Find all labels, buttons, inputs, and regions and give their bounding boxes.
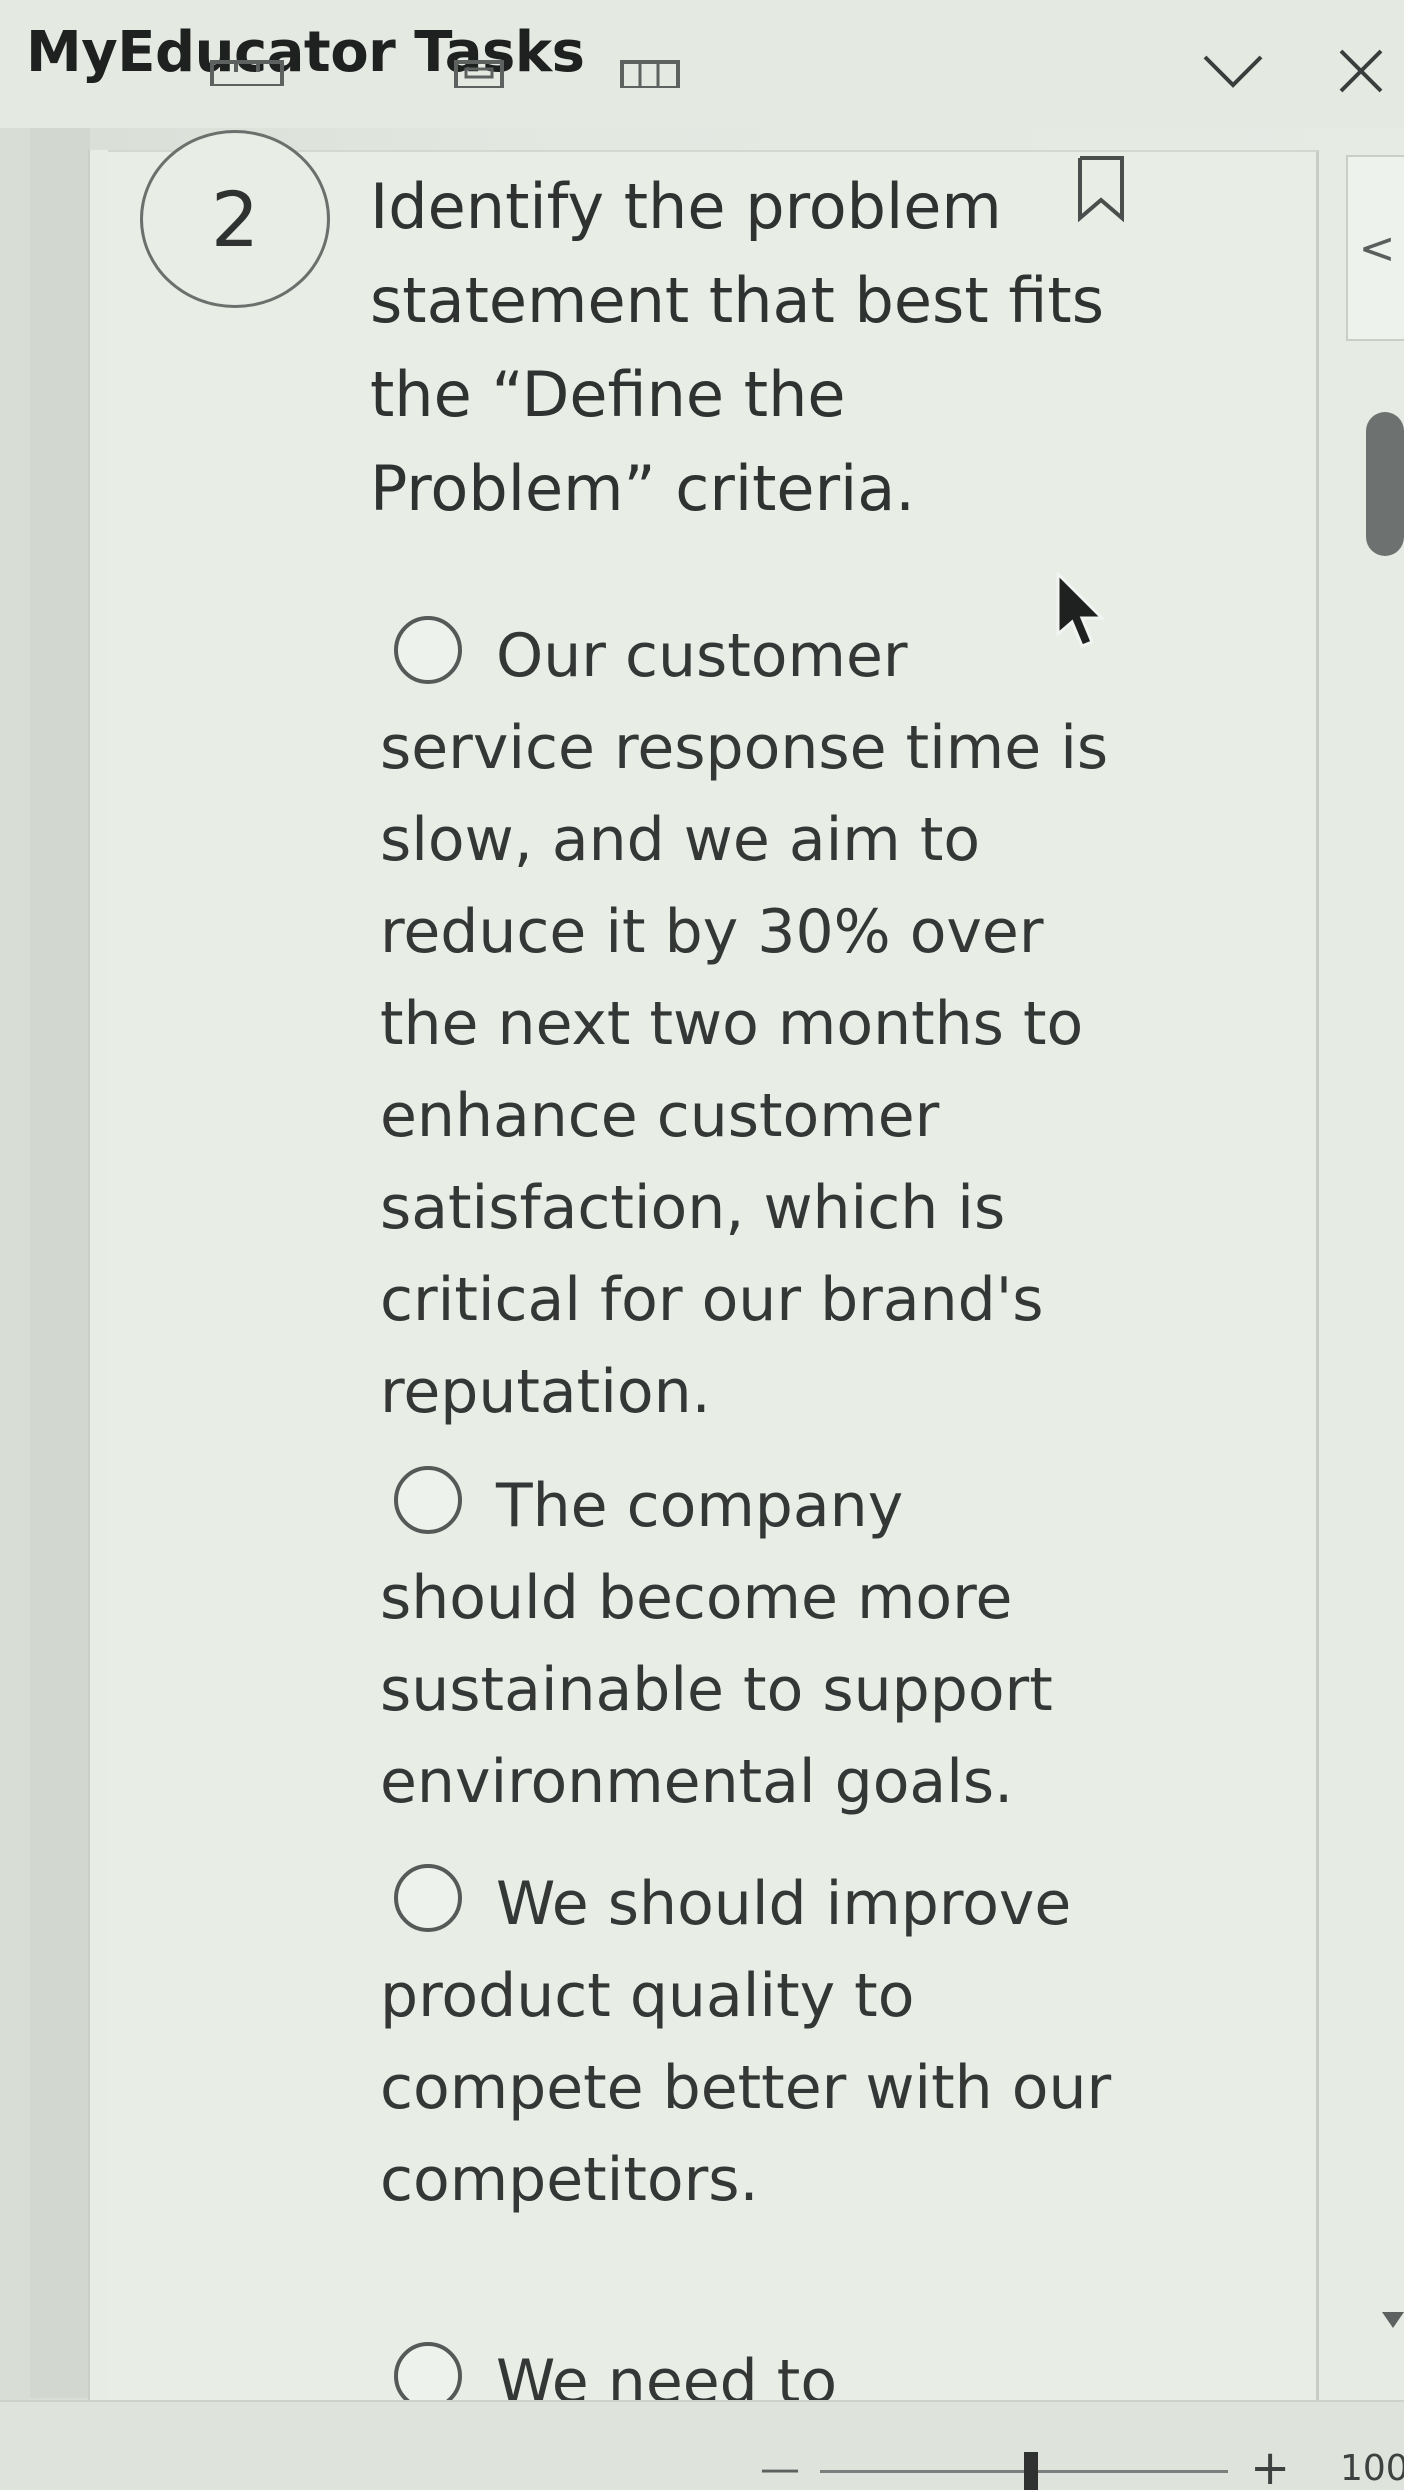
answer-option-2[interactable]: The company should become more sustainab… xyxy=(380,1460,1120,1828)
close-button[interactable] xyxy=(1326,36,1396,106)
answer-option-label: We should improve product quality to com… xyxy=(380,1869,1112,2215)
scroll-down-arrow-icon[interactable] xyxy=(1382,2312,1404,2328)
page-layout-view-button[interactable] xyxy=(454,60,504,92)
question-prompt: Identify the problem statement that best… xyxy=(370,170,1105,525)
zoom-level[interactable]: 100 xyxy=(1340,2448,1404,2489)
answer-option-label: We need to xyxy=(496,2347,838,2402)
answer-option-label: The company should become more sustainab… xyxy=(380,1471,1053,1817)
bookmark-button[interactable] xyxy=(1076,156,1126,226)
page-layout-icon xyxy=(454,60,504,90)
radio-button[interactable] xyxy=(394,2342,462,2402)
answer-option-label: Our customer service response time is sl… xyxy=(380,621,1109,1427)
page-break-view-button[interactable] xyxy=(620,60,680,92)
status-bar xyxy=(0,2400,1404,2490)
expand-side-panel-button[interactable]: < xyxy=(1346,155,1404,341)
task-pane-window: MyEducator Tasks 2 Identify the problem … xyxy=(0,0,1404,2490)
collapse-button[interactable] xyxy=(1198,36,1268,106)
zoom-in-button[interactable]: + xyxy=(1250,2440,1290,2490)
close-icon xyxy=(1339,49,1383,93)
radio-button[interactable] xyxy=(394,1466,462,1534)
scrollbar-thumb[interactable] xyxy=(1366,412,1404,556)
answer-option-3[interactable]: We should improve product quality to com… xyxy=(380,1858,1120,2226)
answer-option-1[interactable]: Our customer service response time is sl… xyxy=(380,610,1120,1438)
normal-view-icon xyxy=(210,60,284,88)
answer-option-4[interactable]: We need to xyxy=(380,2336,1120,2402)
normal-view-button[interactable] xyxy=(210,60,284,90)
bookmark-icon xyxy=(1078,156,1124,223)
zoom-out-button[interactable]: — xyxy=(760,2446,800,2490)
pane-gutter xyxy=(30,128,90,2398)
mouse-pointer-icon xyxy=(1056,570,1116,660)
radio-button[interactable] xyxy=(394,616,462,684)
page-break-icon xyxy=(620,60,680,90)
radio-button[interactable] xyxy=(394,1864,462,1932)
question-number-badge: 2 xyxy=(140,130,330,308)
zoom-slider-thumb[interactable] xyxy=(1024,2452,1038,2490)
chevron-down-icon xyxy=(1203,55,1263,88)
